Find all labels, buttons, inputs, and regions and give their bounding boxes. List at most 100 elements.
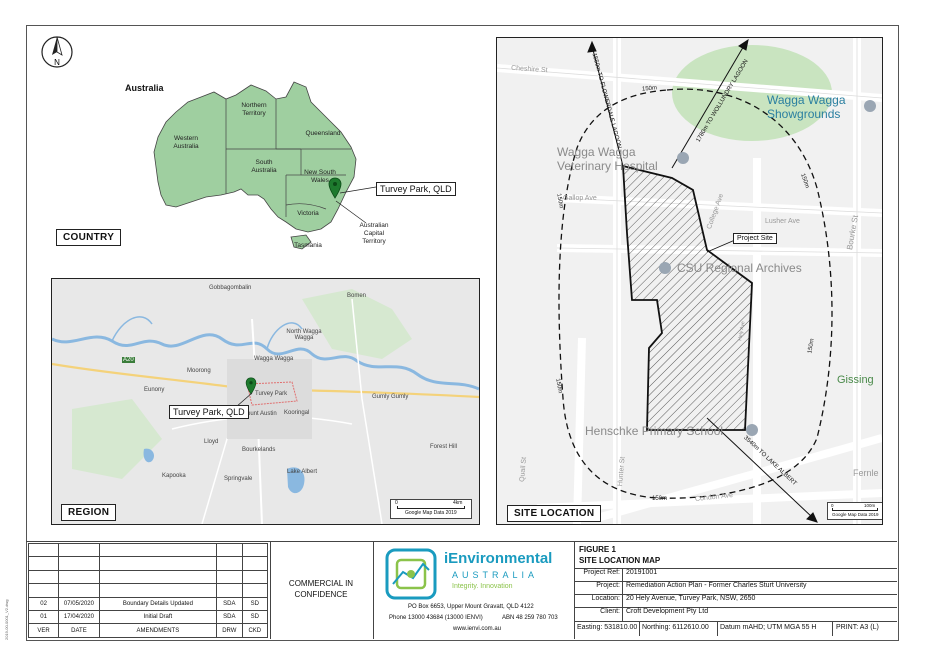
- place-north-wagga: North Wagga Wagga: [286, 329, 322, 341]
- company-country: AUSTRALIA: [452, 570, 539, 580]
- divider: [639, 622, 640, 636]
- scale-right: 100m: [864, 503, 876, 508]
- val-project-ref: 20191001: [626, 569, 658, 576]
- label-sa: South Australia: [251, 159, 277, 174]
- act-leader: [335, 200, 367, 224]
- rev-ver: 01: [27, 609, 60, 625]
- header-drw: DRW: [216, 623, 243, 638]
- key-location: Location:: [591, 595, 620, 602]
- company-address: PO Box 6653, Upper Mount Gravatt, QLD 41…: [408, 604, 534, 610]
- rev-ver: 02: [27, 596, 60, 611]
- scale-left: 0: [831, 503, 834, 508]
- poi-archives: CSU Regional Archives: [677, 261, 802, 275]
- place-wagga: Wagga Wagga: [254, 356, 294, 362]
- divider: [832, 622, 833, 636]
- header-ckd: CKD: [241, 623, 269, 638]
- company-web: www.ienvi.com.au: [453, 626, 502, 632]
- table-row: [27, 583, 269, 598]
- company-abn: ABN 48 259 780 703: [502, 615, 558, 621]
- row-coordinates: Easting: 531810.00 Northing: 6112610.00 …: [574, 621, 897, 636]
- divider: [270, 541, 271, 639]
- table-row: [27, 556, 269, 571]
- table-row: 02 07/05/2020 Boundary Details Updated S…: [27, 596, 269, 611]
- confidence-text: COMMERCIAL IN CONFIDENCE: [288, 579, 354, 599]
- poi-showgrounds: Wagga Wagga Showgrounds: [767, 93, 846, 121]
- rev-date: 17/04/2020: [58, 609, 100, 625]
- table-row: 01 17/04/2020 Initial Draft SDA SD: [27, 609, 269, 625]
- suburb-gissing: Gissing: [837, 374, 874, 386]
- scale-right: 4km: [453, 500, 463, 506]
- place-kooringal: Kooringal: [284, 410, 310, 416]
- val-location: 20 Hely Avenue, Turvey Park, NSW, 2650: [626, 595, 756, 602]
- svg-text:N: N: [54, 58, 60, 67]
- header-date: DATE: [58, 623, 100, 638]
- place-forest-hill: Forest Hill: [430, 444, 458, 450]
- table-header-row: VER DATE AMENDMENTS DRW CKD: [27, 623, 269, 638]
- north-arrow-icon: N: [41, 36, 73, 68]
- place-moorong: Moorong: [187, 368, 211, 374]
- street-gallop: Gallop Ave: [563, 195, 597, 202]
- scale-line: [397, 506, 465, 509]
- rev-amend: Initial Draft: [98, 609, 218, 625]
- place-kapooka: Kapooka: [162, 473, 186, 479]
- val-datum: Datum mAHD; UTM MGA 55 H: [720, 624, 817, 631]
- divider: [622, 568, 623, 621]
- val-northing: Northing: 6112610.00: [642, 624, 709, 631]
- scale-left: 0: [395, 500, 398, 506]
- header-amend: AMENDMENTS: [98, 623, 218, 638]
- panel-label-region: REGION: [61, 504, 117, 521]
- label-tas: Tasmania: [294, 242, 322, 249]
- rev-date: 07/05/2020: [58, 596, 100, 611]
- rev-ckd: SD: [241, 596, 269, 611]
- place-gumly: Gumly Gumly: [372, 394, 409, 400]
- label-qld: Queensland: [305, 130, 341, 137]
- revision-table: 02 07/05/2020 Boundary Details Updated S…: [27, 542, 269, 638]
- figure-title: SITE LOCATION MAP: [579, 556, 661, 565]
- company-name: iEnvironmental: [444, 550, 553, 567]
- place-gobbagombalin: Gobbagombalin: [209, 285, 252, 291]
- scale-bar: 0 4km Google Map Data 2019: [390, 499, 472, 519]
- label-wa: Western Australia: [173, 135, 199, 150]
- marker-leader: [340, 186, 377, 194]
- place-turvey: Turvey Park: [255, 391, 288, 397]
- place-eunony: Eunony: [144, 387, 165, 393]
- title-block: FIGURE 1 SITE LOCATION MAP Project Ref: …: [574, 543, 897, 638]
- project-site-callout: Project Site: [733, 233, 777, 244]
- label-nt: Northern Territory: [241, 102, 267, 117]
- divider: [373, 541, 374, 639]
- label-vic: Victoria: [297, 210, 319, 217]
- map-attribution: Google Map Data 2019: [405, 510, 457, 516]
- table-row: [27, 569, 269, 585]
- region-map: [52, 279, 479, 524]
- poi-vet: Wagga Wagga Veterinary Hospital: [557, 145, 658, 173]
- val-print: PRINT: A3 (L): [836, 624, 879, 631]
- map-attribution: Google Map Data 2019: [832, 512, 879, 517]
- rev-drw: SDA: [216, 596, 243, 611]
- divider: [717, 622, 718, 636]
- key-project-ref: Project Ref:: [583, 569, 620, 576]
- company-logo-icon: [385, 548, 437, 600]
- rev-drw: SDA: [216, 609, 243, 625]
- road-label: A20: [122, 357, 135, 363]
- val-easting: Easting: 531810.00: [577, 624, 638, 631]
- key-project: Project:: [596, 582, 620, 589]
- place-lloyd: Lloyd: [204, 439, 219, 445]
- scale-bar: 0 100m Google Map Data 2019: [827, 502, 882, 520]
- rev-ckd: SD: [241, 609, 269, 625]
- place-springvale: Springvale: [224, 476, 253, 482]
- side-note: 2019-00-0001_V2.dwg: [4, 599, 9, 640]
- place-bourkelands: Bourkelands: [242, 447, 276, 453]
- panel-label-country: COUNTRY: [56, 229, 122, 246]
- street-fernle: Fernle: [853, 468, 879, 478]
- country-panel: N Australia Western Australia Northern T…: [28, 27, 481, 269]
- header-ver: VER: [27, 623, 60, 638]
- key-client: Client:: [600, 608, 620, 615]
- buffer-label-bottom: 150m: [652, 496, 668, 502]
- panel-label-site: SITE LOCATION: [507, 505, 602, 522]
- table-row: [27, 542, 269, 558]
- company-tagline: Integrity. Innovation: [452, 583, 513, 590]
- marker-callout: Turvey Park, QLD: [169, 405, 249, 419]
- val-client: Croft Development Pty Ltd: [626, 608, 709, 615]
- rev-amend: Boundary Details Updated: [98, 596, 218, 611]
- poi-school: Henschke Primary School: [585, 424, 724, 438]
